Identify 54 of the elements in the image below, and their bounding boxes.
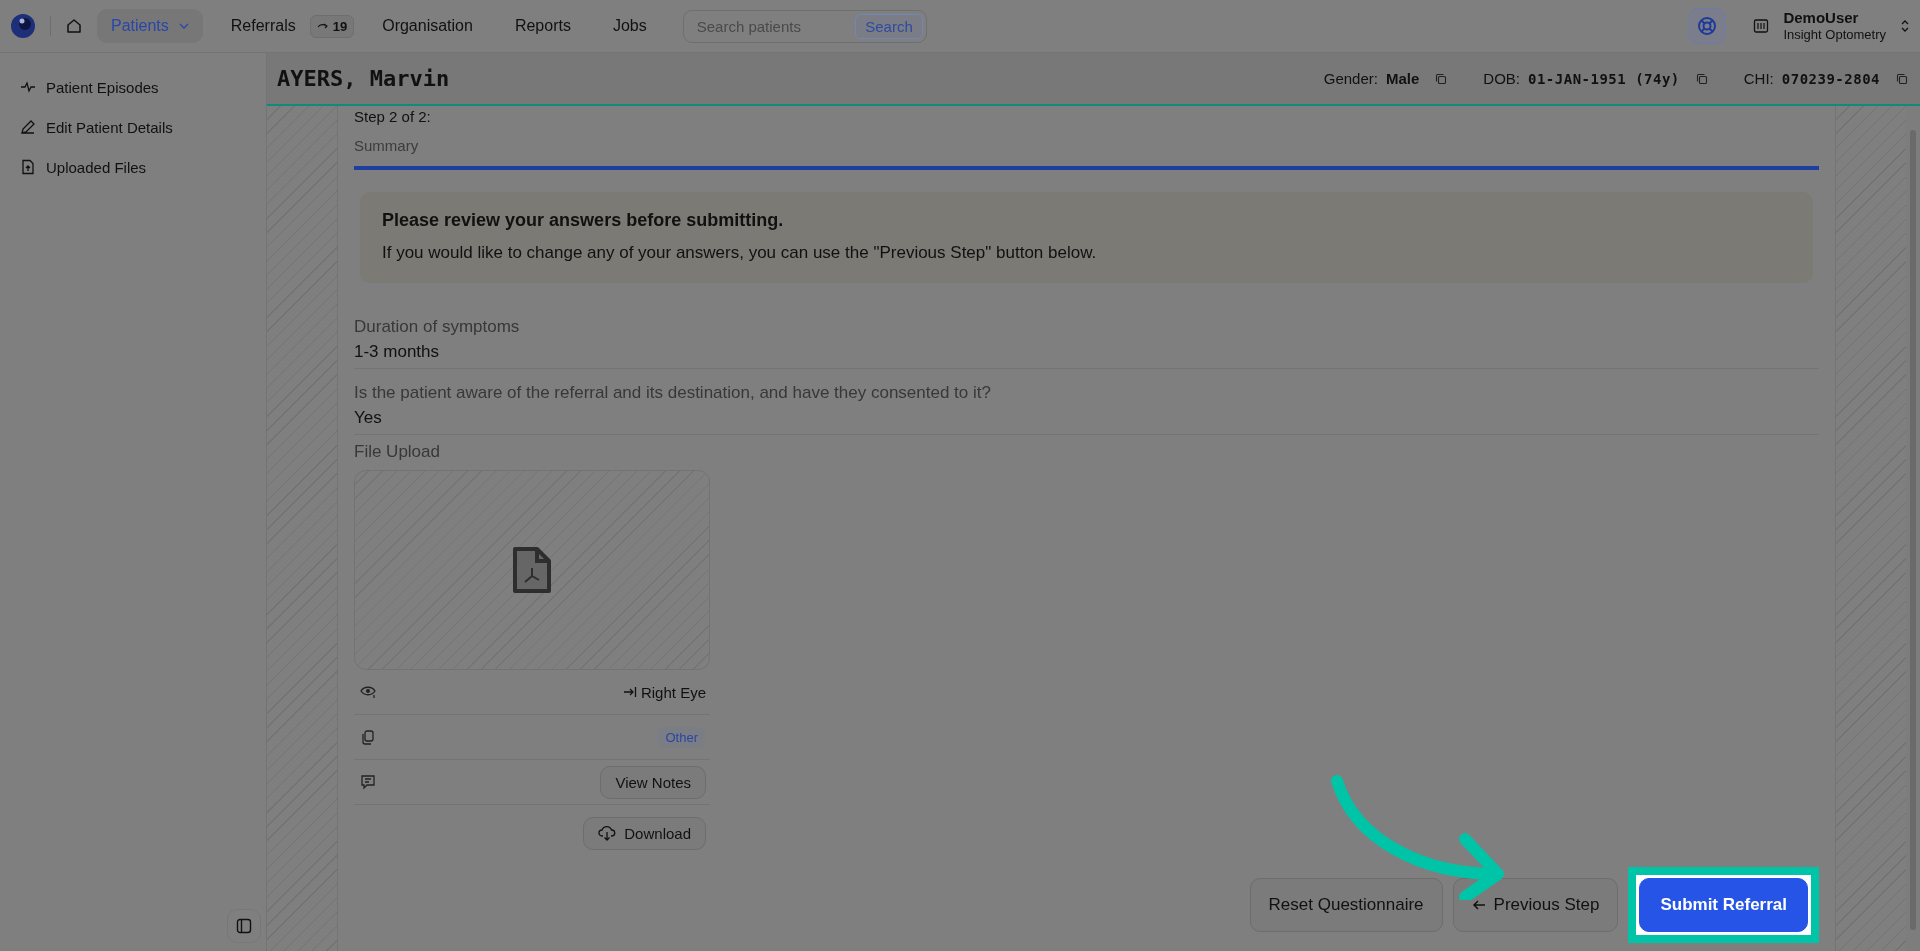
- copies-icon: [360, 729, 376, 745]
- field-label: CHI:: [1743, 70, 1774, 87]
- download-button[interactable]: Download: [583, 816, 706, 850]
- answer-text: Yes: [354, 408, 383, 428]
- eye-icon: [360, 684, 378, 700]
- file-upload-icon: [20, 159, 36, 175]
- patient-name: AYERS, Marvin: [277, 66, 450, 91]
- field-label: DOB:: [1483, 70, 1520, 87]
- question-label: File Upload: [354, 441, 441, 462]
- arrow-to-line-icon: [622, 686, 637, 698]
- step-title: Summary: [354, 137, 420, 154]
- lifebuoy-icon: [1697, 16, 1718, 36]
- nav-tab[interactable]: Reports: [500, 9, 585, 43]
- cloud-download-icon: [598, 825, 617, 841]
- copy-icon[interactable]: [1896, 72, 1908, 85]
- eye-value: Right Eye: [640, 683, 706, 701]
- nav-tab[interactable]: Referrals: [216, 9, 310, 43]
- view-notes-button[interactable]: View Notes: [600, 765, 706, 799]
- copy-icon[interactable]: [1435, 72, 1448, 85]
- question-label: Is the patient aware of the referral and its destination, and have they consented to it?: [354, 382, 992, 403]
- sidebar-item[interactable]: Patient Episodes: [46, 78, 159, 96]
- user-name: DemoUser: [1783, 9, 1860, 26]
- field-value: 070239-2804: [1781, 70, 1880, 87]
- chevron-updown-icon[interactable]: [1900, 19, 1910, 33]
- sidebar-icon: [236, 918, 252, 934]
- arrow-left-icon: [1471, 899, 1486, 911]
- building-icon: [1753, 18, 1770, 34]
- sidebar-item[interactable]: Edit Patient Details: [46, 118, 173, 136]
- field-value: Male: [1385, 70, 1420, 87]
- notice-title: Please review your answers before submitting.: [382, 210, 785, 231]
- nav-tab[interactable]: Jobs: [598, 9, 661, 43]
- answer-text: 1-3 months: [354, 342, 441, 362]
- field-value: 01-JAN-1951 (74y): [1528, 70, 1680, 87]
- step-label: Step 2 of 2:: [354, 108, 432, 125]
- pencil-icon: [20, 119, 36, 135]
- copy-icon[interactable]: [1695, 72, 1708, 85]
- file-type-tag: Other: [657, 726, 706, 748]
- count-badge: 19: [309, 14, 355, 38]
- pulse-icon: [20, 79, 36, 95]
- pdf-file-icon: [512, 546, 552, 594]
- comment-icon: [360, 774, 376, 790]
- notice-text: If you would like to change any of your answers, you can use the "Previous Step" button below.: [382, 243, 1098, 263]
- home-icon[interactable]: [65, 17, 83, 35]
- organisation-name: Insight Optometry: [1783, 26, 1886, 43]
- sidebar-item[interactable]: Uploaded Files: [46, 158, 147, 176]
- reset-button[interactable]: Reset Questionnaire: [1249, 878, 1443, 932]
- back-button[interactable]: Previous Step: [1452, 878, 1619, 932]
- help-button[interactable]: [1689, 8, 1726, 44]
- logo-icon: [10, 13, 36, 39]
- submit-button[interactable]: Submit Referral: [1639, 878, 1808, 932]
- nav-tab[interactable]: Organisation: [368, 9, 487, 43]
- sidebar-toggle-button[interactable]: [227, 909, 261, 943]
- question-label: Duration of symptoms: [354, 316, 521, 337]
- field-label: Gender:: [1323, 70, 1378, 87]
